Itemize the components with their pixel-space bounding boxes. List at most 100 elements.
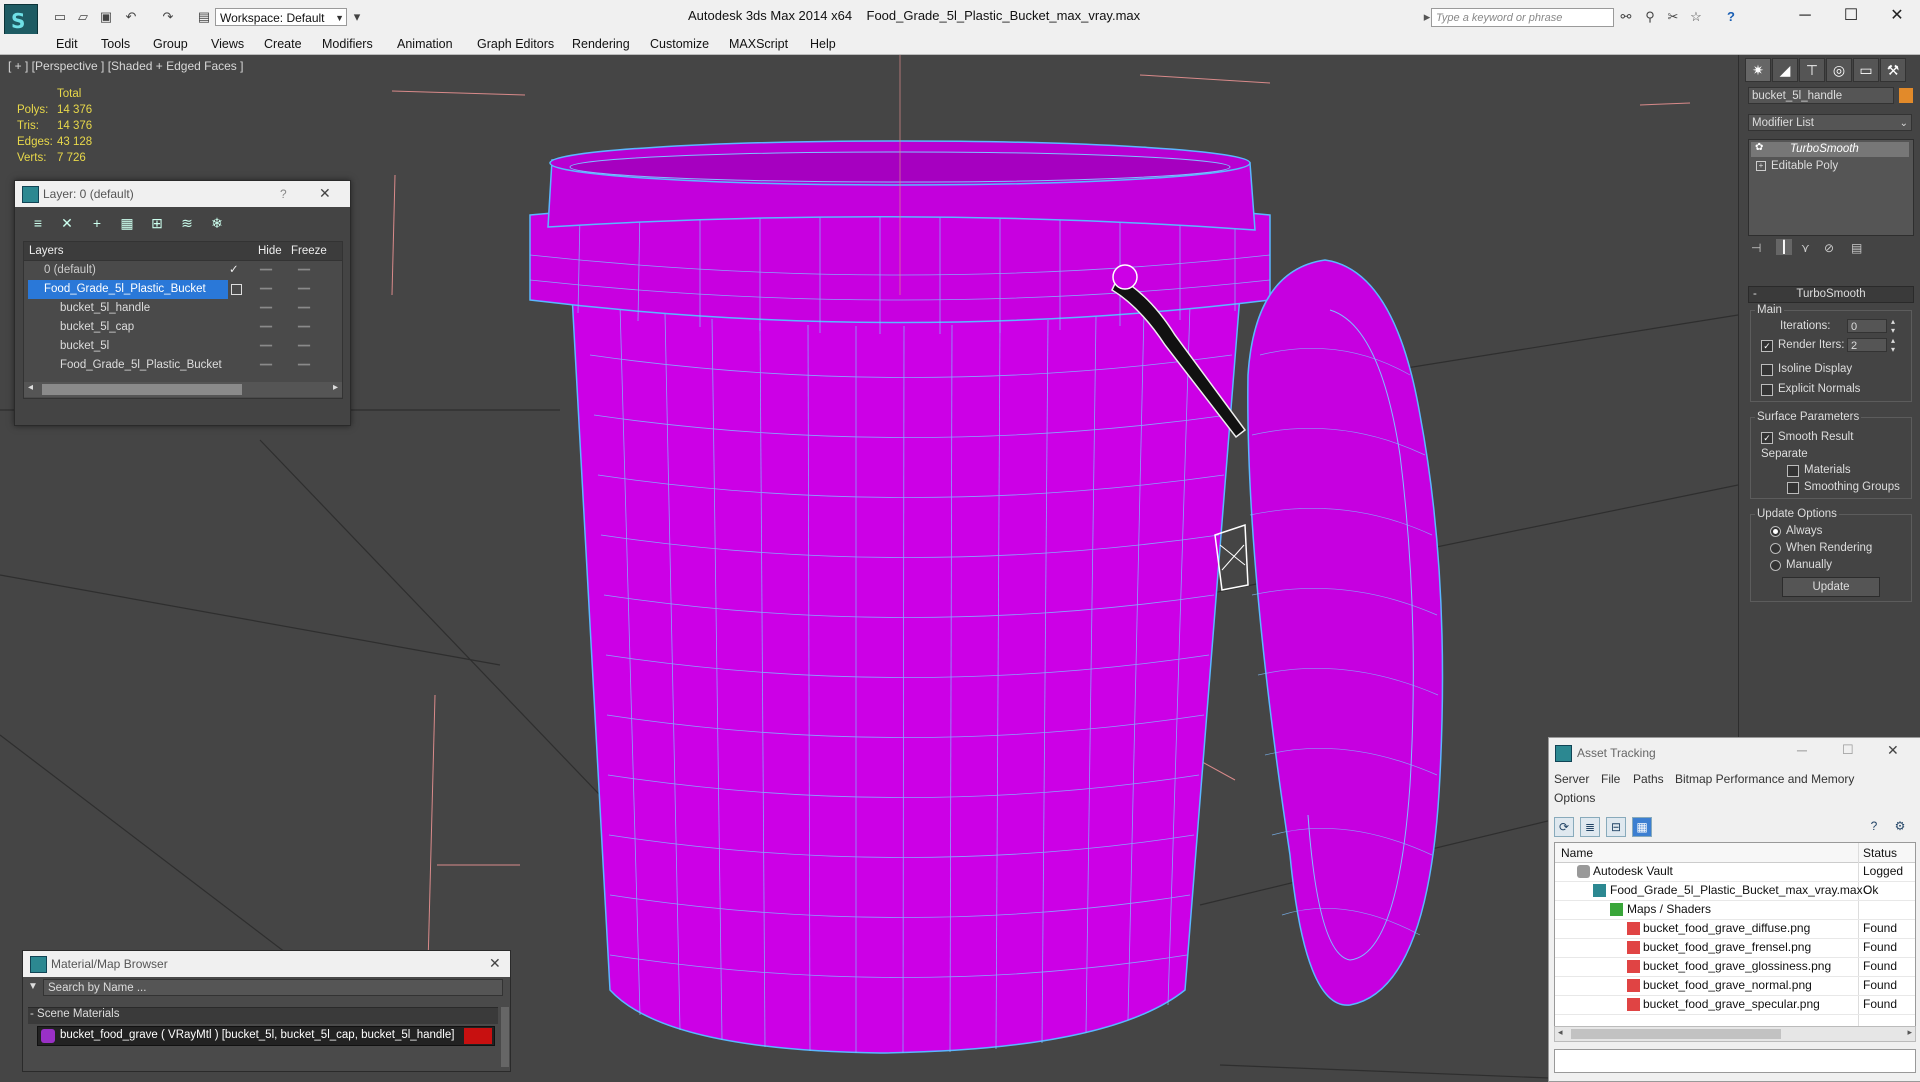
layer-close-icon[interactable]: ✕ <box>319 185 331 202</box>
asset-row[interactable]: bucket_food_grave_frensel.png Found <box>1555 938 1915 958</box>
menu-help[interactable]: Help <box>810 37 836 51</box>
open-file-icon[interactable]: ▱ <box>75 9 91 25</box>
asset-menu-server[interactable]: Server <box>1554 772 1589 786</box>
when-rendering-radio[interactable] <box>1770 543 1781 554</box>
select-in-layer-icon[interactable]: ▦ <box>118 214 136 232</box>
material-search-input[interactable]: Search by Name ... <box>43 979 503 996</box>
material-vscrollbar[interactable] <box>501 1007 509 1067</box>
hide-all-layers-icon[interactable]: ≋ <box>178 214 196 232</box>
col-hide[interactable]: Hide <box>258 242 282 260</box>
close-button[interactable]: ✕ <box>1882 6 1912 26</box>
modify-tab-icon[interactable]: ◢ <box>1772 58 1798 82</box>
display-tab-icon[interactable]: ▭ <box>1853 58 1879 82</box>
iterations-spin-arrows[interactable]: ▴ ▾ <box>1891 317 1895 335</box>
col-freeze[interactable]: Freeze <box>291 242 327 260</box>
new-file-icon[interactable]: ▭ <box>52 9 68 25</box>
separate-smoothing-checkbox[interactable] <box>1787 482 1799 494</box>
col-name[interactable]: Name <box>1561 846 1593 860</box>
modifier-list-dropdown[interactable]: Modifier List ⌄ <box>1748 114 1912 131</box>
pin-stack-icon[interactable]: ⊣ <box>1751 241 1761 255</box>
utilities-tab-icon[interactable]: ⚒ <box>1880 58 1906 82</box>
highlight-layer-icon[interactable]: ⊞ <box>148 214 166 232</box>
material-close-icon[interactable]: ✕ <box>489 955 501 972</box>
favorites-star-icon[interactable]: ☆ <box>1688 9 1704 25</box>
help-icon[interactable]: ? <box>1723 9 1739 25</box>
menu-create[interactable]: Create <box>264 37 302 51</box>
create-layer-icon[interactable]: ≡ <box>29 214 47 232</box>
iterations-spinner[interactable]: 0 <box>1847 319 1887 333</box>
update-button[interactable]: Update <box>1782 577 1880 597</box>
hierarchy-tab-icon[interactable]: ⊤ <box>1799 58 1825 82</box>
binoculars-icon[interactable]: ⚯ <box>1618 9 1634 25</box>
asset-options-icon[interactable]: ⚙ <box>1891 817 1909 835</box>
motion-tab-icon[interactable]: ◎ <box>1826 58 1852 82</box>
render-iters-checkbox[interactable]: ✓ <box>1761 340 1773 352</box>
project-folder-icon[interactable]: ▤ <box>196 9 212 25</box>
menu-customize[interactable]: Customize <box>650 37 709 51</box>
asset-menu-file[interactable]: File <box>1601 772 1620 786</box>
always-radio[interactable] <box>1770 526 1781 537</box>
render-iters-spinner[interactable]: 2 <box>1847 338 1887 352</box>
turbosmooth-rollout-title[interactable]: TurboSmooth - <box>1748 286 1914 303</box>
col-status[interactable]: Status <box>1863 846 1897 860</box>
separate-materials-checkbox[interactable] <box>1787 465 1799 477</box>
layer-row[interactable]: Food_Grade_5l_Plastic_Bucket ━━ ━━ <box>24 356 342 375</box>
asset-minimize-icon[interactable]: ─ <box>1797 742 1807 758</box>
layer-row[interactable]: Food_Grade_5l_Plastic_Bucket ━━ ━━ <box>24 280 342 299</box>
viewport-label[interactable]: [ + ] [Perspective ] [Shaded + Edged Fac… <box>8 59 243 73</box>
material-item[interactable]: bucket_food_grave ( VRayMtl ) [bucket_5l… <box>37 1026 495 1046</box>
asset-hscrollbar[interactable]: ◂ ▸ <box>1554 1026 1916 1042</box>
explicit-normals-checkbox[interactable] <box>1761 384 1773 396</box>
asset-row[interactable]: bucket_food_grave_specular.png Found <box>1555 995 1915 1015</box>
stack-item-turbosmooth[interactable]: ✿ TurboSmooth <box>1751 142 1909 157</box>
add-to-layer-icon[interactable]: + <box>88 214 106 232</box>
asset-menu-paths[interactable]: Paths <box>1633 772 1664 786</box>
make-unique-icon[interactable]: ⋎ <box>1801 241 1810 255</box>
menu-maxscript[interactable]: MAXScript <box>729 37 788 51</box>
search-input[interactable]: Type a keyword or phrase <box>1431 8 1614 27</box>
menu-tools[interactable]: Tools <box>101 37 130 51</box>
redo-icon[interactable]: ↷ <box>160 9 176 25</box>
asset-row[interactable]: Maps / Shaders <box>1555 900 1915 920</box>
object-color-swatch[interactable] <box>1899 88 1913 103</box>
refresh-icon[interactable]: ⟳ <box>1554 817 1574 837</box>
minimize-button[interactable]: ─ <box>1790 6 1820 26</box>
undo-icon[interactable]: ↶ <box>123 9 139 25</box>
remove-modifier-icon[interactable]: ⊘ <box>1824 241 1834 255</box>
menu-edit[interactable]: Edit <box>56 37 78 51</box>
asset-row[interactable]: bucket_food_grave_glossiness.png Found <box>1555 957 1915 977</box>
material-browser-header[interactable]: Material/Map Browser ✕ <box>23 951 510 977</box>
freeze-all-layers-icon[interactable]: ❄ <box>208 214 226 232</box>
configure-modifier-sets-icon[interactable]: ▤ <box>1851 241 1862 255</box>
isoline-checkbox[interactable] <box>1761 364 1773 376</box>
create-tab-icon[interactable]: ✷ <box>1745 58 1771 82</box>
asset-row[interactable]: bucket_food_grave_diffuse.png Found <box>1555 919 1915 939</box>
layer-row[interactable]: 0 (default) ✓ ━━ ━━ <box>24 261 342 280</box>
layer-hscrollbar[interactable]: ◂ ▸ <box>24 382 342 397</box>
workspace-dropdown[interactable]: Workspace: Default ▼ <box>215 8 347 26</box>
menu-rendering[interactable]: Rendering <box>572 37 630 51</box>
table-view-icon[interactable]: ▦ <box>1632 817 1652 837</box>
menu-group[interactable]: Group <box>153 37 188 51</box>
asset-row[interactable]: bucket_food_grave_normal.png Found <box>1555 976 1915 996</box>
manually-radio[interactable] <box>1770 560 1781 571</box>
layer-dialog-header[interactable]: Layer: 0 (default) ? ✕ <box>15 181 350 207</box>
key-icon[interactable]: ⚲ <box>1642 9 1658 25</box>
asset-path-field[interactable] <box>1554 1049 1916 1073</box>
browser-options-icon[interactable]: ▼ <box>28 981 38 992</box>
app-logo-icon[interactable]: S <box>4 4 38 38</box>
make-current-box[interactable] <box>231 284 242 295</box>
show-end-result-icon[interactable]: ┃ <box>1776 239 1792 255</box>
asset-row[interactable]: Autodesk Vault Logged C <box>1555 862 1915 897</box>
menu-graph-editors[interactable]: Graph Editors <box>477 37 554 51</box>
object-name-field[interactable]: bucket_5l_handle <box>1748 87 1894 104</box>
menu-views[interactable]: Views <box>211 37 244 51</box>
save-file-icon[interactable]: ▣ <box>98 9 114 25</box>
asset-help-icon[interactable]: ? <box>1865 817 1883 835</box>
asset-maximize-icon[interactable]: ☐ <box>1842 742 1854 758</box>
asset-menu-bitmap-performance[interactable]: Bitmap Performance and Memory <box>1675 772 1854 786</box>
bucket-lid[interactable] <box>1247 259 1444 1006</box>
layer-row[interactable]: bucket_5l ━━ ━━ <box>24 337 342 356</box>
asset-close-icon[interactable]: ✕ <box>1887 742 1899 759</box>
smooth-result-checkbox[interactable]: ✓ <box>1761 432 1773 444</box>
